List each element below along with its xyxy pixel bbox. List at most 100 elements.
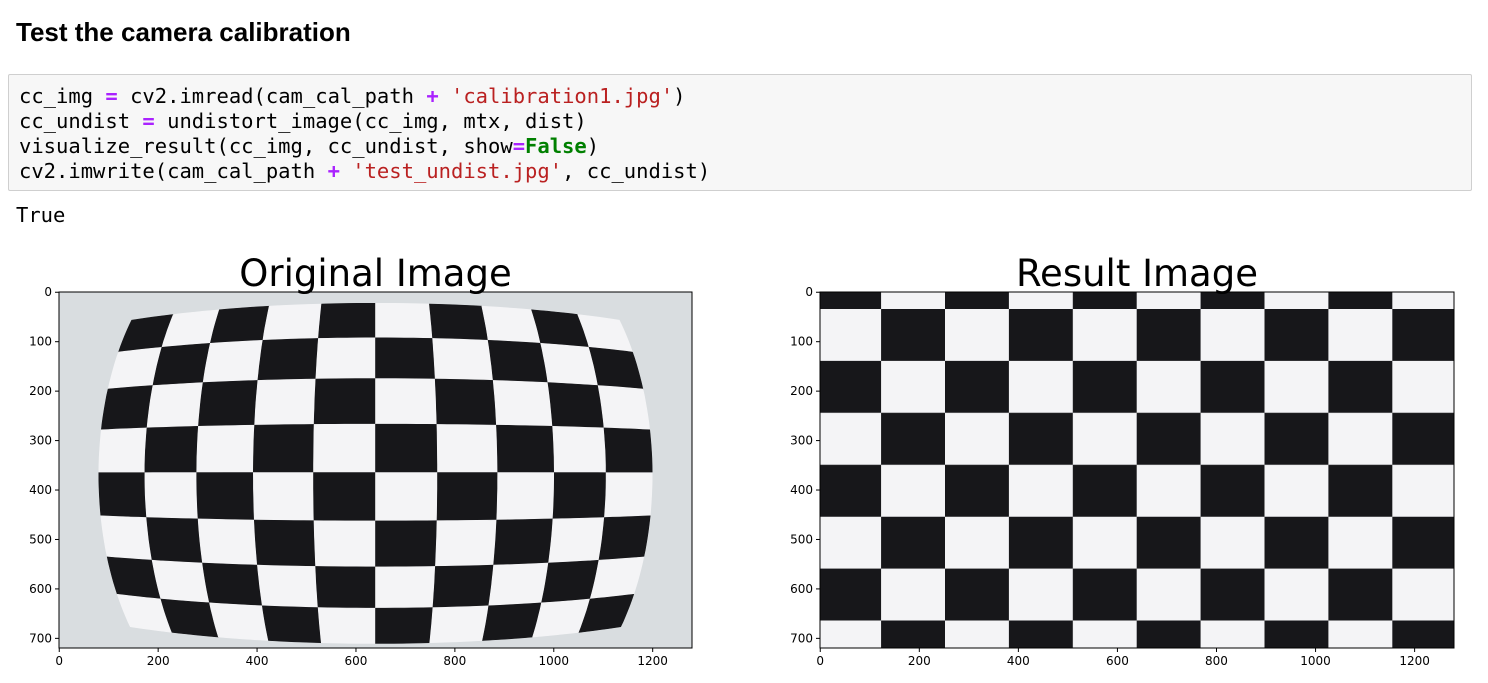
- checker-square: [881, 412, 946, 466]
- checker-square: [1136, 360, 1202, 414]
- checker-square: [257, 564, 319, 608]
- checker-square: [98, 427, 148, 473]
- checker-square: [1136, 516, 1202, 570]
- checker-square: [151, 559, 210, 604]
- checker-square: [598, 515, 651, 561]
- panel-title: Original Image: [239, 252, 511, 295]
- code-token: False: [525, 134, 587, 158]
- checker-square: [1200, 309, 1266, 362]
- checker-square: [1136, 309, 1202, 362]
- y-tick-label: 400: [790, 483, 813, 497]
- panel-original: 0 200 400 600 800 1000 1200 0 100 200 300 400 500 600…: [29, 252, 693, 668]
- checker-squares: [820, 292, 1454, 648]
- checker-square: [1072, 516, 1138, 570]
- checker-square: [262, 303, 322, 341]
- checker-square: [144, 472, 199, 520]
- y-tick-label: 500: [790, 532, 813, 546]
- checker-square: [313, 472, 376, 522]
- y-tick-label: 200: [29, 384, 52, 398]
- checker-square: [1392, 464, 1454, 518]
- checker-square: [488, 562, 549, 607]
- markdown-heading: Test the camera calibration: [16, 17, 351, 47]
- checker-square: [436, 424, 499, 473]
- code-token: =: [105, 84, 118, 108]
- checker-square: [820, 412, 882, 466]
- checker-square: [820, 620, 882, 648]
- checker-square: [1392, 516, 1454, 570]
- checker-square: [313, 378, 376, 425]
- checker-square: [375, 520, 438, 568]
- code-line: cc_img = cv2.imread(cam_cal_path + 'cali…: [19, 84, 710, 109]
- checker-square: [375, 472, 438, 522]
- checker-square: [1264, 464, 1329, 518]
- checker-square: [820, 464, 882, 518]
- y-tick-label: 600: [790, 582, 813, 596]
- code-cell[interactable]: cc_img = cv2.imread(cam_cal_path + 'cali…: [8, 74, 1472, 191]
- checker-square: [432, 338, 494, 381]
- checker-square: [881, 464, 946, 518]
- x-tick-label: 1000: [1300, 654, 1331, 668]
- checker-square: [252, 472, 315, 522]
- x-tick-label: 1200: [1399, 654, 1430, 668]
- y-tick-label: 700: [790, 631, 813, 645]
- panel-title: Result Image: [1016, 252, 1258, 295]
- checker-square: [1200, 412, 1266, 466]
- x-tick-label: 400: [246, 654, 269, 668]
- checker-square: [375, 566, 436, 609]
- checker-square: [315, 566, 376, 609]
- checker-square: [197, 518, 258, 566]
- x-tick-label: 0: [55, 654, 63, 668]
- checker-square: [597, 385, 651, 431]
- checker-square: [1328, 620, 1393, 648]
- checker-square: [375, 607, 434, 644]
- checker-square: [209, 305, 270, 344]
- checker-square: [202, 339, 264, 383]
- checker-square: [152, 342, 211, 386]
- checker-square: [313, 520, 376, 568]
- checker-square: [1328, 309, 1393, 362]
- code-editor[interactable]: cc_img = cv2.imread(cam_cal_path + 'cali…: [19, 84, 710, 184]
- panel-result: 0 200 400 600 800 1000 1200 0 100 200 300 400 500 600…: [790, 252, 1455, 668]
- code-token: =: [142, 109, 155, 133]
- checker-square: [435, 519, 498, 567]
- checker-square: [945, 360, 1010, 414]
- code-token: cc_undist: [19, 109, 143, 133]
- checker-square: [1392, 412, 1454, 466]
- checker-square: [1328, 292, 1393, 310]
- checker-square: [1136, 568, 1202, 622]
- code-token: cv2.imwrite(cam_cal_path: [19, 159, 328, 183]
- checker-square: [1200, 516, 1266, 570]
- figure-output: 0 200 400 600 800 1000 12000100200300400500600…: [29, 252, 1455, 668]
- code-line: cv2.imwrite(cam_cal_path + 'test_undist.…: [19, 159, 710, 184]
- checker-square: [482, 602, 542, 641]
- x-tick-label: 0: [816, 654, 824, 668]
- checker-square: [375, 337, 436, 380]
- checker-square: [198, 380, 259, 427]
- checker-square: [375, 378, 438, 425]
- checker-square: [1200, 360, 1266, 414]
- checker-square: [1136, 620, 1202, 648]
- checker-square: [603, 427, 653, 473]
- code-token: ): [673, 84, 686, 108]
- checker-square: [820, 309, 882, 362]
- checker-square: [1008, 464, 1074, 518]
- code-token: +: [426, 84, 439, 108]
- x-tick-label: 1000: [539, 654, 570, 668]
- x-tick-label: 800: [1205, 654, 1228, 668]
- checker-square: [1008, 516, 1074, 570]
- x-tick-label: 600: [345, 654, 368, 668]
- y-tick-label: 700: [29, 631, 52, 645]
- checker-square: [1328, 360, 1393, 414]
- checker-square: [881, 568, 946, 622]
- checker-square: [604, 472, 653, 518]
- y-tick-label: 400: [29, 483, 52, 497]
- checker-square: [881, 516, 946, 570]
- checker-square: [196, 472, 255, 521]
- code-token: 'test_undist.jpg': [352, 159, 563, 183]
- checker-square: [945, 620, 1010, 648]
- checker-square: [1008, 568, 1074, 622]
- checker-square: [1072, 412, 1138, 466]
- checker-square: [1264, 568, 1329, 622]
- code-token: cc_img: [19, 84, 106, 108]
- checker-square: [313, 423, 376, 473]
